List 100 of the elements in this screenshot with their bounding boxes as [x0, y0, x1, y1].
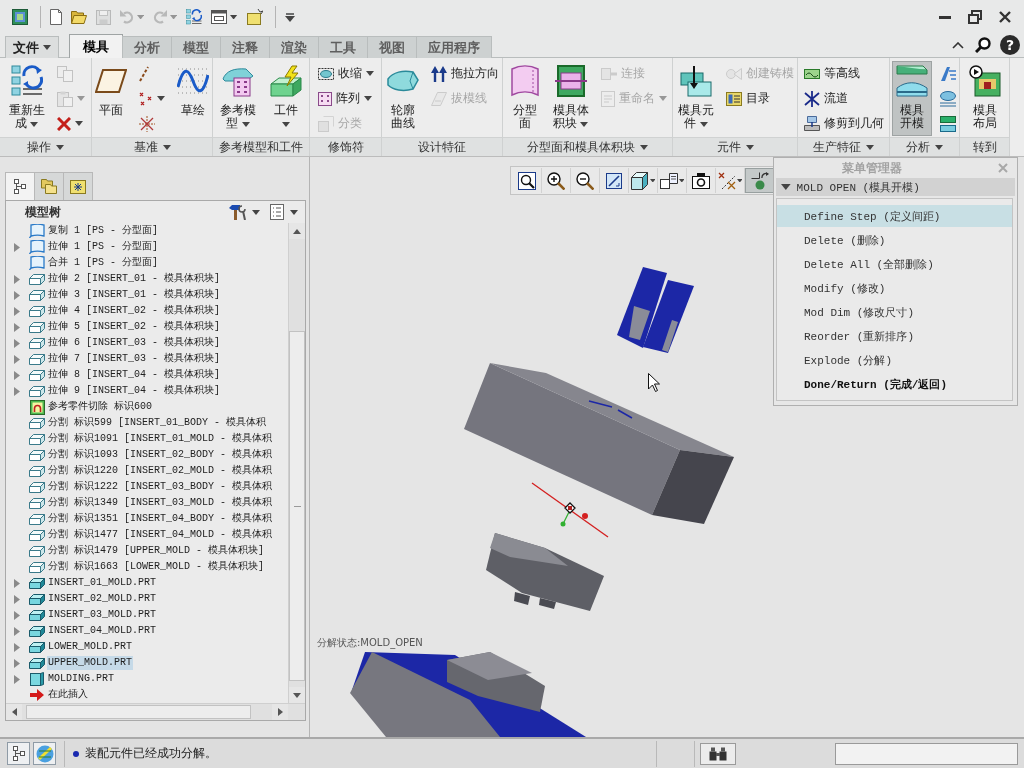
- file-menu[interactable]: 文件: [5, 36, 59, 58]
- tree-item[interactable]: 分割 标识1479 [UPPER_MOLD - 模具体积块]: [47, 544, 266, 558]
- expand-arrow-icon[interactable]: [14, 578, 20, 588]
- contour-button[interactable]: 等高线: [801, 61, 886, 86]
- reference-model-button[interactable]: 参考模 型: [216, 61, 260, 136]
- tree-item[interactable]: 拉伸 9 [INSERT_04 - 模具体积块]: [47, 384, 222, 398]
- expand-arrow-icon[interactable]: [14, 306, 20, 316]
- tree-item[interactable]: MOLDING.PRT: [47, 672, 115, 686]
- tree-item[interactable]: 分割 标识1351 [INSERT_04_BODY - 模具体积: [47, 512, 274, 526]
- menu-item[interactable]: Done/Return (完成/返回): [777, 373, 1012, 395]
- scroll-down-button[interactable]: [289, 687, 305, 703]
- menu-item[interactable]: Modify (修改): [777, 277, 1012, 299]
- tree-item[interactable]: INSERT_03_MOLD.PRT: [47, 608, 158, 622]
- ribbon-tab[interactable]: 视图: [367, 36, 417, 58]
- navigator-tab[interactable]: [63, 172, 93, 200]
- tree-item[interactable]: 分割 标识599 [INSERT_01_BODY - 模具体积: [47, 416, 268, 430]
- ribbon-tab[interactable]: 模具: [69, 34, 123, 58]
- plane-button[interactable]: 平面: [91, 61, 131, 136]
- spin-center-button[interactable]: [745, 168, 774, 193]
- expand-arrow-icon[interactable]: [14, 322, 20, 332]
- expand-arrow-icon[interactable]: [14, 674, 20, 684]
- tree-item[interactable]: 拉伸 8 [INSERT_04 - 模具体积块]: [47, 368, 222, 382]
- expand-arrow-icon[interactable]: [14, 594, 20, 604]
- menu-item[interactable]: Define Step (定义间距): [777, 205, 1012, 227]
- tree-item[interactable]: 分割 标识1222 [INSERT_03_BODY - 模具体积: [47, 480, 274, 494]
- parting-surface-button[interactable]: 分型 面: [506, 61, 543, 136]
- tree-item[interactable]: 分割 标识1220 [INSERT_02_MOLD - 模具体积: [47, 464, 274, 478]
- expand-arrow-icon[interactable]: [14, 274, 20, 284]
- tree-item[interactable]: 分割 标识1091 [INSERT_01_MOLD - 模具体积: [47, 432, 274, 446]
- model-tree-toggle[interactable]: [7, 742, 30, 765]
- expand-arrow-icon[interactable]: [14, 338, 20, 348]
- find-button[interactable]: [700, 742, 736, 765]
- menu-header[interactable]: MOLD OPEN (模具开模): [776, 178, 1015, 196]
- ribbon-tab[interactable]: 注释: [220, 36, 270, 58]
- tree-item[interactable]: 复制 1 [PS - 分型面]: [47, 224, 159, 238]
- browser-toggle[interactable]: [33, 742, 56, 765]
- tree-show-button[interactable]: [267, 202, 301, 222]
- trim-button[interactable]: 修剪到几何: [801, 111, 886, 136]
- runner-button[interactable]: 流道: [801, 86, 886, 111]
- tree-item[interactable]: 分割 标识1349 [INSERT_03_MOLD - 模具体积: [47, 496, 274, 510]
- tree-item[interactable]: INSERT_02_MOLD.PRT: [47, 592, 158, 606]
- sketch-button[interactable]: 草绘: [173, 61, 213, 136]
- filter-field[interactable]: [835, 742, 1018, 765]
- menu-item[interactable]: Mod Dim (修改尺寸): [777, 301, 1012, 323]
- ribbon-tab[interactable]: 渲染: [269, 36, 319, 58]
- tree-item[interactable]: 分割 标识1093 [INSERT_02_BODY - 模具体积: [47, 448, 274, 462]
- horizontal-scrollbar[interactable]: [6, 703, 305, 720]
- tree-item[interactable]: UPPER_MOLD.PRT: [47, 656, 133, 670]
- tree-item[interactable]: 拉伸 6 [INSERT_03 - 模具体积块]: [47, 336, 222, 350]
- silhouette-curve-button[interactable]: 轮廓 曲线: [383, 61, 423, 136]
- shrink-button[interactable]: 收缩: [315, 61, 376, 86]
- group-menu-button[interactable]: 元件: [673, 137, 797, 156]
- menu-item[interactable]: Delete All (全部删除): [777, 253, 1012, 275]
- catalog-button[interactable]: 目录: [724, 86, 796, 111]
- menu-item[interactable]: Explode (分解): [777, 349, 1012, 371]
- expand-arrow-icon[interactable]: [14, 610, 20, 620]
- tree-item[interactable]: 拉伸 4 [INSERT_02 - 模具体积块]: [47, 304, 222, 318]
- mold-open-button[interactable]: 模具 开模: [891, 61, 932, 136]
- vertical-scrollbar[interactable]: [288, 223, 305, 703]
- tree-item[interactable]: 拉伸 2 [INSERT_01 - 模具体积块]: [47, 272, 222, 286]
- group-menu-button[interactable]: 分型面和模具体积块: [503, 137, 672, 156]
- scroll-up-button[interactable]: [289, 223, 305, 239]
- scroll-right-button[interactable]: [272, 704, 288, 720]
- search-button[interactable]: [975, 35, 991, 55]
- expand-arrow-icon[interactable]: [14, 626, 20, 636]
- pull-direction-button[interactable]: 拖拉方向: [429, 61, 501, 86]
- ribbon-tab[interactable]: 应用程序: [416, 36, 492, 58]
- mold-layout-button[interactable]: 模具 布局: [964, 61, 1005, 136]
- tree-item[interactable]: 参考零件切除 标识600: [47, 400, 153, 414]
- ribbon-tab[interactable]: 工具: [318, 36, 368, 58]
- tree-item[interactable]: INSERT_01_MOLD.PRT: [47, 576, 158, 590]
- help-button[interactable]: ?: [1000, 35, 1020, 55]
- regenerate-button[interactable]: 重新生 成: [4, 61, 49, 136]
- expand-arrow-icon[interactable]: [14, 242, 20, 252]
- group-menu-button[interactable]: 生产特征: [798, 137, 889, 156]
- scroll-thumb[interactable]: [289, 331, 305, 681]
- scroll-thumb[interactable]: [26, 705, 251, 719]
- navigator-tab[interactable]: [5, 172, 35, 200]
- tree-item[interactable]: 拉伸 7 [INSERT_03 - 模具体积块]: [47, 352, 222, 366]
- group-menu-button[interactable]: 分析: [890, 137, 959, 156]
- mold-component-button[interactable]: 模具元 件: [674, 61, 718, 136]
- navigator-tab[interactable]: [34, 172, 64, 200]
- expand-arrow-icon[interactable]: [14, 354, 20, 364]
- tree-item[interactable]: 拉伸 1 [PS - 分型面]: [47, 240, 159, 254]
- expand-arrow-icon[interactable]: [14, 658, 20, 668]
- expand-arrow-icon[interactable]: [14, 642, 20, 652]
- expand-arrow-icon[interactable]: [14, 290, 20, 300]
- scroll-left-button[interactable]: [6, 704, 22, 720]
- tree-item[interactable]: 分割 标识1477 [INSERT_04_MOLD - 模具体积: [47, 528, 274, 542]
- display-style-button[interactable]: [629, 168, 658, 193]
- saved-views-button[interactable]: [658, 168, 687, 193]
- tree-item[interactable]: 在此插入: [47, 688, 89, 702]
- ribbon-tab[interactable]: 分析: [122, 36, 172, 58]
- ribbon-tab[interactable]: 模型: [171, 36, 221, 58]
- mold-volume-button[interactable]: 模具体 积块: [548, 61, 593, 136]
- menu-item[interactable]: Reorder (重新排序): [777, 325, 1012, 347]
- tree-item[interactable]: 拉伸 3 [INSERT_01 - 模具体积块]: [47, 288, 222, 302]
- group-menu-button[interactable]: 操作: [0, 137, 91, 156]
- expand-arrow-icon[interactable]: [14, 370, 20, 380]
- tree-item[interactable]: 拉伸 5 [INSERT_02 - 模具体积块]: [47, 320, 222, 334]
